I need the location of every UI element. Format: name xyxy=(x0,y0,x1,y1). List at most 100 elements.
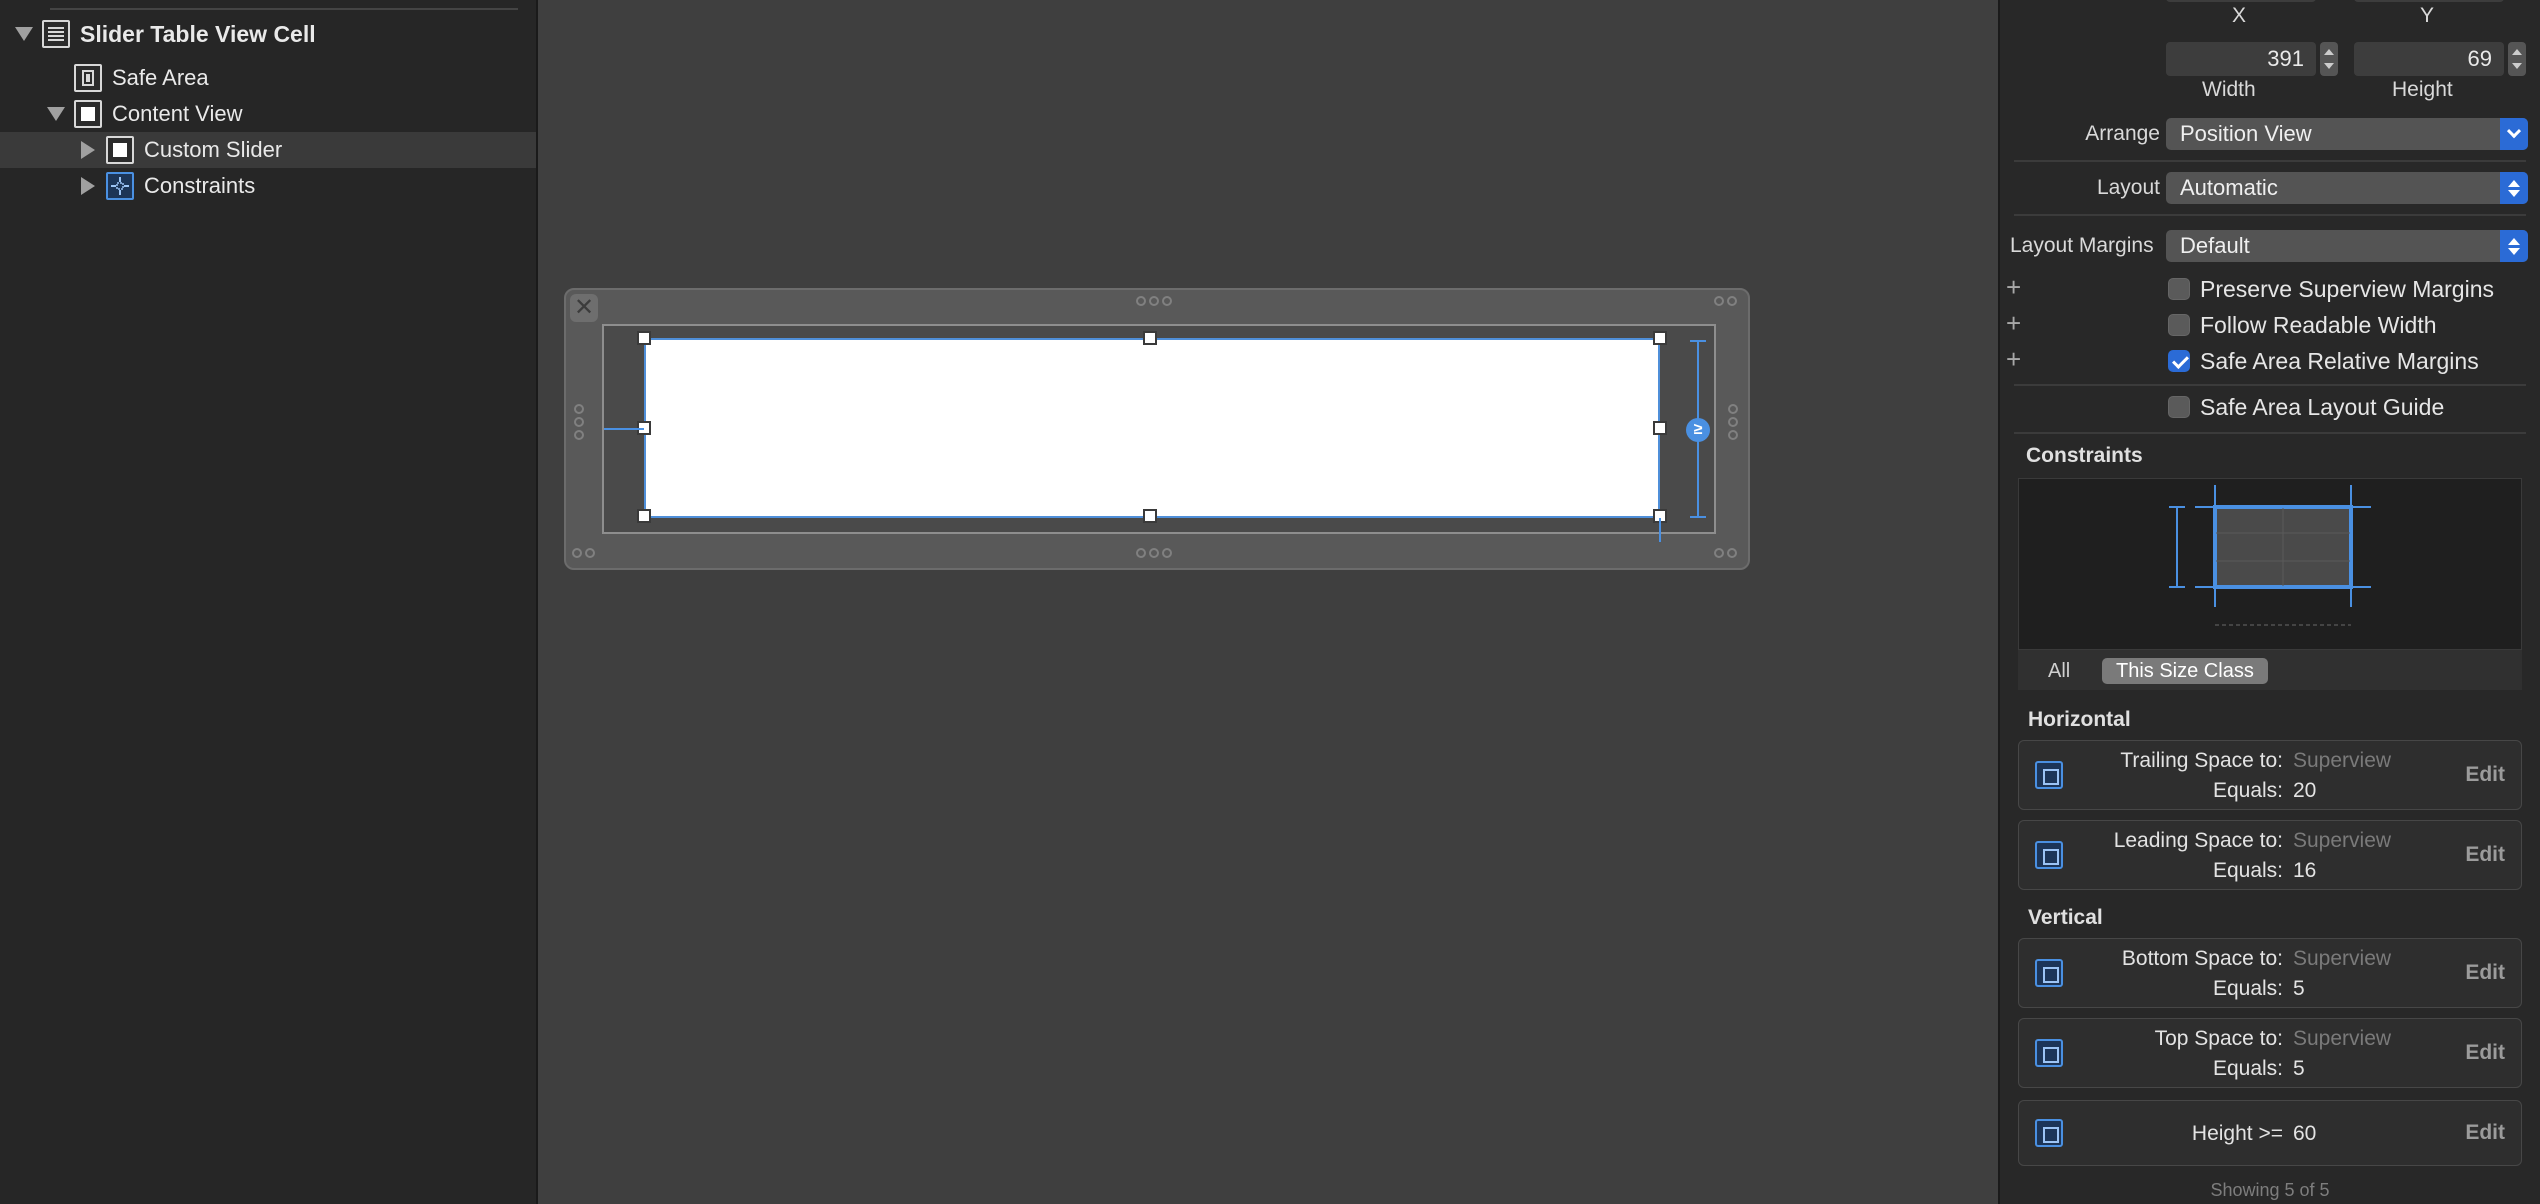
outline-item-content-view[interactable]: Content View xyxy=(0,96,536,132)
custom-slider-view[interactable] xyxy=(644,338,1660,518)
constraint-key: Height >= xyxy=(2191,1122,2283,1145)
corner-dots-icon[interactable] xyxy=(1714,296,1737,306)
layout-margins-label: Layout Margins xyxy=(2010,234,2154,257)
edit-button[interactable]: Edit xyxy=(2465,961,2505,985)
greater-equal-constraint-icon[interactable]: ≥ xyxy=(1686,418,1710,442)
constraint-row-height[interactable]: Height >= 60 Edit xyxy=(2018,1100,2522,1166)
close-scene-icon[interactable]: ✕ xyxy=(570,294,598,322)
bottom-constraint-icon xyxy=(2035,959,2063,987)
leading-constraint-line[interactable] xyxy=(604,428,644,430)
add-variation-icon[interactable]: + xyxy=(2006,274,2021,300)
arrange-popup[interactable]: Position View xyxy=(2166,118,2528,150)
outline-item-slider-table-view-cell[interactable]: Slider Table View Cell xyxy=(0,16,536,52)
y-label: Y xyxy=(2420,4,2435,27)
outline-divider xyxy=(50,8,518,10)
constraint-diagram[interactable] xyxy=(2018,478,2522,650)
height-stepper[interactable] xyxy=(2508,42,2526,76)
chevron-down-icon xyxy=(2500,118,2528,150)
constraint-row-top[interactable]: Top Space to: Superview Equals: 5 Edit xyxy=(2018,1018,2522,1088)
height-field[interactable]: 69 xyxy=(2354,42,2504,76)
trailing-constraint-icon xyxy=(2035,761,2063,789)
resize-dots-icon[interactable] xyxy=(1728,404,1738,440)
constraint-target: Superview xyxy=(2293,749,2392,772)
x-field[interactable] xyxy=(2166,0,2316,2)
top-constraint-icon xyxy=(2035,1039,2063,1067)
leading-constraint-icon xyxy=(2035,841,2063,869)
constraint-row-bottom[interactable]: Bottom Space to: Superview Equals: 5 Edi… xyxy=(2018,938,2522,1008)
outline-item-safe-area[interactable]: Safe Area xyxy=(0,60,536,96)
arrange-label: Arrange xyxy=(2085,122,2160,145)
constraint-value: 60 xyxy=(2293,1122,2317,1145)
safe-area-relative-margins-checkbox[interactable] xyxy=(2168,350,2190,372)
constraint-row-leading[interactable]: Leading Space to: Superview Equals: 16 E… xyxy=(2018,820,2522,890)
constraint-value: 5 xyxy=(2293,1057,2305,1080)
safe-area-layout-guide-checkbox[interactable] xyxy=(2168,396,2190,418)
resize-handle[interactable] xyxy=(1143,509,1157,523)
preserve-superview-margins-checkbox[interactable] xyxy=(2168,278,2190,300)
resize-handle[interactable] xyxy=(1653,331,1667,345)
add-variation-icon[interactable]: + xyxy=(2006,346,2021,372)
resize-handle[interactable] xyxy=(1143,331,1157,345)
outline-item-label: Constraints xyxy=(144,173,256,198)
horizontal-section-title: Horizontal xyxy=(2028,708,2131,731)
follow-readable-width-checkbox[interactable] xyxy=(2168,314,2190,336)
constraint-value: 5 xyxy=(2293,977,2305,1000)
width-field[interactable]: 391 xyxy=(2166,42,2316,76)
updown-arrows-icon xyxy=(2500,230,2528,262)
interface-builder-canvas[interactable] xyxy=(538,0,1998,1204)
height-label: Height xyxy=(2392,78,2453,101)
tab-this-size-class[interactable]: This Size Class xyxy=(2102,658,2268,684)
table-cell-icon xyxy=(42,20,70,48)
constraint-value: 20 xyxy=(2293,779,2317,802)
constraint-equals-label: Equals: xyxy=(2212,859,2283,882)
disclosure-collapsed-icon[interactable] xyxy=(78,168,98,204)
constraint-target: Superview xyxy=(2293,947,2392,970)
corner-dots-icon[interactable] xyxy=(1714,548,1737,558)
constraint-key: Top Space to: xyxy=(2154,1027,2283,1050)
disclosure-expanded-icon[interactable] xyxy=(46,96,66,132)
checkbox-label: Safe Area Relative Margins xyxy=(2200,348,2479,374)
disclosure-expanded-icon[interactable] xyxy=(14,16,34,52)
trailing-constraint-line[interactable] xyxy=(1659,518,1661,542)
view-icon xyxy=(74,100,102,128)
outline-item-constraints[interactable]: Constraints xyxy=(0,168,536,204)
tab-all[interactable]: All xyxy=(2034,658,2084,684)
x-label: X xyxy=(2232,4,2247,27)
add-variation-icon[interactable]: + xyxy=(2006,310,2021,336)
outline-item-label: Safe Area xyxy=(112,65,209,90)
layout-popup[interactable]: Automatic xyxy=(2166,172,2528,204)
height-constraint-icon xyxy=(2035,1119,2063,1147)
updown-arrows-icon xyxy=(2500,172,2528,204)
constraint-key: Bottom Space to: xyxy=(2121,947,2283,970)
outline-item-label: Content View xyxy=(112,101,243,126)
constraints-title: Constraints xyxy=(2026,444,2143,467)
y-field[interactable] xyxy=(2354,0,2504,2)
edit-button[interactable]: Edit xyxy=(2465,763,2505,787)
divider xyxy=(2014,384,2526,386)
outline-item-label: Custom Slider xyxy=(144,137,283,162)
layout-label: Layout xyxy=(2096,176,2160,199)
checkbox-label: Follow Readable Width xyxy=(2200,312,2437,338)
edit-button[interactable]: Edit xyxy=(2465,1041,2505,1065)
resize-handle[interactable] xyxy=(1653,421,1667,435)
resize-dots-icon[interactable] xyxy=(1136,548,1172,558)
layout-value: Automatic xyxy=(2180,175,2278,200)
divider xyxy=(2014,432,2526,434)
corner-dots-icon[interactable] xyxy=(572,548,595,558)
resize-dots-icon[interactable] xyxy=(574,404,584,440)
constraint-row-trailing[interactable]: Trailing Space to: Superview Equals: 20 … xyxy=(2018,740,2522,810)
checkbox-label: Safe Area Layout Guide xyxy=(2200,394,2445,420)
resize-handle[interactable] xyxy=(637,331,651,345)
resize-handle[interactable] xyxy=(637,509,651,523)
outline-item-custom-slider[interactable]: Custom Slider xyxy=(0,132,536,168)
edit-button[interactable]: Edit xyxy=(2465,1121,2505,1145)
width-stepper[interactable] xyxy=(2320,42,2338,76)
disclosure-collapsed-icon[interactable] xyxy=(78,132,98,168)
constraint-target: Superview xyxy=(2293,1027,2392,1050)
vertical-section-title: Vertical xyxy=(2028,906,2103,929)
edit-button[interactable]: Edit xyxy=(2465,843,2505,867)
layout-margins-popup[interactable]: Default xyxy=(2166,230,2528,262)
divider xyxy=(2014,214,2526,216)
constraint-key: Trailing Space to: xyxy=(2120,749,2283,772)
resize-dots-icon[interactable] xyxy=(1136,296,1172,306)
